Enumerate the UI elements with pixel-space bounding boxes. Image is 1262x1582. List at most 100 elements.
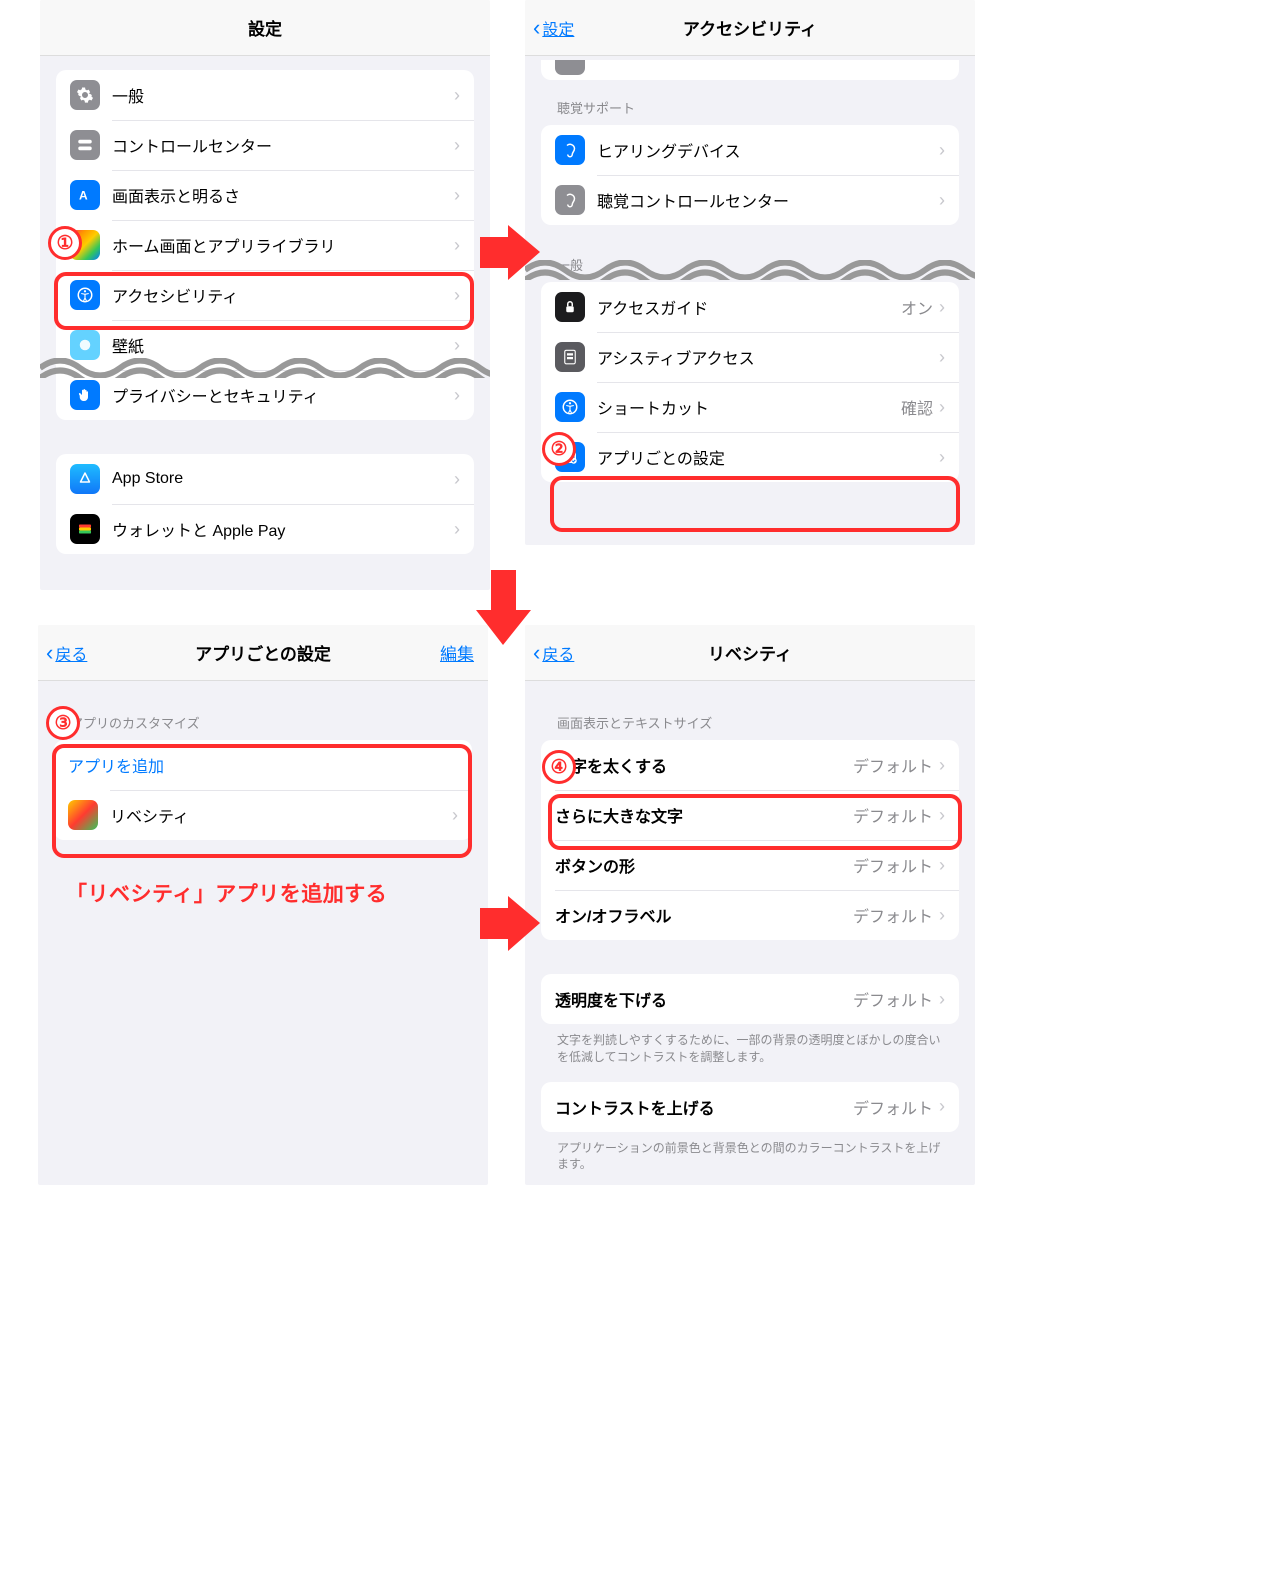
nav-title: アクセシビリティ xyxy=(683,15,817,40)
row-general[interactable]: 一般 › xyxy=(56,70,474,120)
row-label: コントラストを上げる xyxy=(555,1095,853,1119)
contrast-group: コントラストを上げる デフォルト › xyxy=(541,1082,959,1132)
row-label: 聴覚コントロールセンター xyxy=(597,188,939,212)
row-per-app[interactable]: アプリごとの設定 › xyxy=(541,432,959,482)
footer-contrast: アプリケーションの前景色と背景色との間のカラーコントラストを上げます。 xyxy=(525,1132,975,1180)
row-value: オン xyxy=(901,295,933,319)
chevron-right-icon: › xyxy=(939,140,945,161)
section-header-display: 画面表示とテキストサイズ xyxy=(525,681,975,740)
row-label: ボタンの形 xyxy=(555,853,853,877)
edit-button[interactable]: 編集 xyxy=(440,640,474,665)
apps-group: アプリを追加 リベシティ › xyxy=(54,740,472,840)
badge-1: ① xyxy=(48,226,82,260)
nav-title: アプリごとの設定 xyxy=(195,640,331,665)
hand-icon xyxy=(70,380,100,410)
badge-4: ④ xyxy=(542,750,576,784)
display-group: 文字を太くする デフォルト › さらに大きな文字 デフォルト › ボタンの形 デ… xyxy=(541,740,959,940)
row-label: さらに大きな文字 xyxy=(555,803,853,827)
row-label: App Store xyxy=(112,470,454,488)
row-add-app[interactable]: アプリを追加 xyxy=(54,740,472,790)
row-on-off-labels[interactable]: オン/オフラベル デフォルト › xyxy=(541,890,959,940)
footer-transparency: 文字を判読しやすくするために、一部の背景の透明度とぼかしの度合いを低減してコント… xyxy=(525,1024,975,1072)
navbar: ‹ 戻る リベシティ xyxy=(525,625,975,681)
back-label: 戻る xyxy=(55,641,87,665)
row-reduce-transparency[interactable]: 透明度を下げる デフォルト › xyxy=(541,974,959,1024)
arrow-down xyxy=(476,570,531,645)
accessibility-icon xyxy=(555,392,585,422)
row-value: デフォルト xyxy=(853,987,933,1011)
row-label: 壁紙 xyxy=(112,333,454,357)
row-display[interactable]: A 画面表示と明るさ › xyxy=(56,170,474,220)
row-hearing-devices[interactable]: ヒアリングデバイス › xyxy=(541,125,959,175)
row-label: アプリごとの設定 xyxy=(597,445,939,469)
back-button[interactable]: ‹ 設定 xyxy=(533,15,574,41)
chevron-right-icon: › xyxy=(939,190,945,211)
row-assistive-access[interactable]: アシスティブアクセス › xyxy=(541,332,959,382)
row-button-shapes[interactable]: ボタンの形 デフォルト › xyxy=(541,840,959,890)
badge-3: ③ xyxy=(46,706,80,740)
section-header-apps: アプリのカスタマイズ xyxy=(38,681,488,740)
row-audio-control[interactable]: 聴覚コントロールセンター › xyxy=(541,175,959,225)
row-shortcut[interactable]: ショートカット 確認 › xyxy=(541,382,959,432)
wallpaper-icon xyxy=(70,330,100,360)
row-home-screen[interactable]: ホーム画面とアプリライブラリ › xyxy=(56,220,474,270)
row-increase-contrast[interactable]: コントラストを上げる デフォルト › xyxy=(541,1082,959,1132)
svg-text:A: A xyxy=(79,189,88,203)
chevron-right-icon: › xyxy=(454,335,460,356)
navbar: ‹ 設定 アクセシビリティ xyxy=(525,0,975,56)
row-value: デフォルト xyxy=(853,1095,933,1119)
chevron-left-icon: ‹ xyxy=(533,640,540,666)
display-icon: A xyxy=(70,180,100,210)
row-label: 画面表示と明るさ xyxy=(112,183,454,207)
row-control-center[interactable]: コントロールセンター › xyxy=(56,120,474,170)
row-guided-access[interactable]: アクセスガイド オン › xyxy=(541,282,959,332)
caption-add-libecity: 「リベシティ」アプリを追加する xyxy=(66,878,387,908)
gear-icon xyxy=(70,80,100,110)
nav-title: リベシティ xyxy=(708,640,792,665)
row-value: デフォルト xyxy=(853,753,933,777)
ear-control-icon xyxy=(555,185,585,215)
chevron-right-icon: › xyxy=(939,447,945,468)
assistive-icon xyxy=(555,342,585,372)
chevron-right-icon: › xyxy=(452,805,458,826)
row-label: コントロールセンター xyxy=(112,133,454,157)
lock-icon xyxy=(555,292,585,322)
row-value: 確認 xyxy=(901,395,933,419)
chevron-right-icon: › xyxy=(454,235,460,256)
row-label: ホーム画面とアプリライブラリ xyxy=(112,233,454,257)
row-label: リベシティ xyxy=(110,803,452,827)
row-wallet[interactable]: ウォレットと Apple Pay › xyxy=(56,504,474,554)
row-app-store[interactable]: App Store › xyxy=(56,454,474,504)
navbar: 設定 xyxy=(40,0,490,56)
row-larger-text[interactable]: さらに大きな文字 デフォルト › xyxy=(541,790,959,840)
row-label: プライバシーとセキュリティ xyxy=(112,383,454,407)
row-label: アクセシビリティ xyxy=(112,283,454,307)
row-partial[interactable] xyxy=(541,60,959,80)
row-libecity[interactable]: リベシティ › xyxy=(54,790,472,840)
app-icon xyxy=(68,800,98,830)
chevron-right-icon: › xyxy=(939,989,945,1010)
chevron-right-icon: › xyxy=(454,469,460,490)
wallet-icon xyxy=(70,514,100,544)
chevron-right-icon: › xyxy=(939,1096,945,1117)
chevron-right-icon: › xyxy=(939,297,945,318)
back-button[interactable]: ‹ 戻る xyxy=(533,640,574,666)
chevron-left-icon: ‹ xyxy=(533,15,540,41)
row-label: アクセスガイド xyxy=(597,295,901,319)
row-accessibility[interactable]: アクセシビリティ › xyxy=(56,270,474,320)
libecity-panel: ‹ 戻る リベシティ 画面表示とテキストサイズ 文字を太くする デフォルト › … xyxy=(525,625,975,1185)
hearing-group: ヒアリングデバイス › 聴覚コントロールセンター › xyxy=(541,125,959,225)
wavy-cut-2 xyxy=(525,260,975,280)
chevron-right-icon: › xyxy=(454,285,460,306)
back-button[interactable]: ‹ 戻る xyxy=(46,640,87,666)
back-label: 設定 xyxy=(542,16,574,40)
row-label: ヒアリングデバイス xyxy=(597,138,939,162)
row-bold-text[interactable]: 文字を太くする デフォルト › xyxy=(541,740,959,790)
row-label: 一般 xyxy=(112,83,454,107)
row-label: ショートカット xyxy=(597,395,901,419)
row-label: 透明度を下げる xyxy=(555,987,853,1011)
row-value: デフォルト xyxy=(853,803,933,827)
partial-group xyxy=(541,60,959,80)
row-label: 文字を太くする xyxy=(555,753,853,777)
arrow-right-2 xyxy=(480,896,540,951)
